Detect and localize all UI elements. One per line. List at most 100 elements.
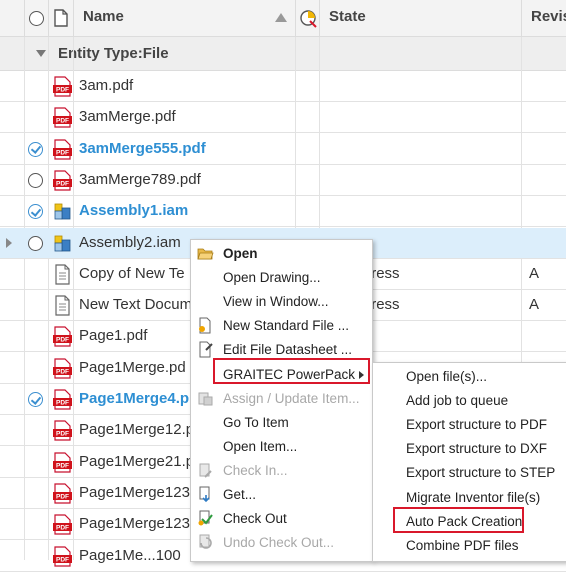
file-revision: A <box>529 296 540 314</box>
new-file-icon <box>197 317 214 334</box>
file-name[interactable]: 3amMerge555.pdf <box>79 140 206 157</box>
pdf-file-icon: PDF <box>53 545 72 567</box>
header-icon-col[interactable] <box>49 0 74 36</box>
file-name[interactable]: Page1.pdf <box>79 327 147 344</box>
menu-item-graitec-powerpack[interactable]: GRAITEC PowerPack <box>191 363 372 387</box>
file-name[interactable]: Assembly2.iam <box>79 234 181 251</box>
file-name[interactable]: Page1Merge12.p <box>79 421 194 438</box>
svg-text:PDF: PDF <box>56 149 69 156</box>
table-row[interactable]: PDF 3am.pdf <box>0 71 566 102</box>
svg-text:PDF: PDF <box>56 494 69 501</box>
collapse-triangle-icon[interactable] <box>36 50 46 57</box>
assembly-file-icon <box>53 233 72 254</box>
menu-item-assign-update-item[interactable]: Assign / Update Item... <box>191 387 372 411</box>
menu-item-label: Go To Item <box>223 414 289 430</box>
menu-item-label: GRAITEC PowerPack <box>223 366 356 382</box>
menu-item-view-in-window[interactable]: View in Window... <box>191 290 372 314</box>
menu-item-open-item[interactable]: Open Item... <box>191 435 372 459</box>
submenu-item-export-structure-to-pdf[interactable]: Export structure to PDF <box>373 413 566 437</box>
menu-item-open-drawing[interactable]: Open Drawing... <box>191 266 372 290</box>
svg-text:PDF: PDF <box>56 181 69 188</box>
checked-circle-icon[interactable] <box>28 141 43 157</box>
file-name[interactable]: Page1Merge123. <box>79 484 194 501</box>
checked-circle-icon[interactable] <box>28 204 43 220</box>
menu-item-edit-file-datasheet[interactable]: Edit File Datasheet ... <box>191 338 372 362</box>
table-row[interactable]: PDF 3amMerge789.pdf <box>0 165 566 196</box>
submenu-item-label: Auto Pack Creation <box>406 513 523 529</box>
menu-item-label: Get... <box>223 487 257 502</box>
header-state-col[interactable]: State <box>320 0 522 36</box>
table-row[interactable]: Assembly1.iam <box>0 196 566 228</box>
svg-text:PDF: PDF <box>56 337 69 344</box>
table-row[interactable]: PDF 3amMerge555.pdf <box>0 134 566 165</box>
text-file-icon <box>53 295 72 316</box>
checked-circle-icon[interactable] <box>28 392 43 407</box>
header-select-col[interactable] <box>25 0 49 36</box>
menu-item-open[interactable]: Open <box>191 242 372 266</box>
file-name[interactable]: Copy of New Te <box>79 265 185 282</box>
svg-text:PDF: PDF <box>56 118 69 125</box>
pdf-file-icon: PDF <box>53 389 72 410</box>
submenu-item-export-structure-to-dxf[interactable]: Export structure to DXF <box>373 437 566 461</box>
submenu-item-combine-pdf-files[interactable]: Combine PDF files <box>373 534 566 558</box>
menu-item-undo-check-out[interactable]: Undo Check Out... <box>191 531 372 555</box>
name-column-label: Name <box>83 8 124 25</box>
submenu-item-label: Open file(s)... <box>406 369 488 384</box>
file-name[interactable]: Assembly1.iam <box>79 202 188 219</box>
file-name[interactable]: 3amMerge.pdf <box>79 108 176 125</box>
submenu-item-label: Export structure to DXF <box>406 441 548 457</box>
submenu-arrow-icon <box>359 370 364 379</box>
menu-item-new-standard-file[interactable]: New Standard File ... <box>191 314 372 338</box>
select-circle[interactable] <box>28 172 43 188</box>
submenu-item-add-job-to-queue[interactable]: Add job to queue <box>373 389 566 413</box>
table-row[interactable]: PDF 3amMerge.pdf <box>0 102 566 134</box>
header-revision-col[interactable]: Revis <box>522 0 566 36</box>
sort-ascending-icon[interactable] <box>275 13 287 22</box>
file-name[interactable]: Page1Me...100 <box>79 547 181 564</box>
grid-header: Name State Revis <box>0 0 566 37</box>
file-name[interactable]: Page1Merge123 <box>79 515 190 532</box>
text-file-icon <box>53 264 72 285</box>
file-name[interactable]: New Text Docum <box>79 296 192 313</box>
submenu-item-migrate-inventor-file-s[interactable]: Migrate Inventor file(s) <box>373 486 566 510</box>
menu-item-label: Open <box>223 246 258 261</box>
header-gutter <box>0 0 25 36</box>
file-name[interactable]: 3amMerge789.pdf <box>79 171 201 188</box>
menu-item-get[interactable]: Get... <box>191 483 372 507</box>
submenu-item-open-file-s[interactable]: Open file(s)... <box>373 365 566 389</box>
assembly-file-icon <box>53 201 72 222</box>
menu-item-check-in[interactable]: Check In... <box>191 459 372 483</box>
menu-item-check-out[interactable]: Check Out <box>191 507 372 531</box>
pdf-file-icon: PDF <box>53 107 72 128</box>
menu-item-label: Check Out <box>223 511 287 527</box>
datasheet-icon <box>197 341 214 358</box>
header-status-col[interactable] <box>296 0 320 36</box>
submenu-item-label: Combine PDF files <box>406 537 519 553</box>
svg-text:PDF: PDF <box>56 400 69 407</box>
select-circle[interactable] <box>28 235 43 251</box>
file-name[interactable]: Page1Merge.pd <box>79 359 186 376</box>
pdf-file-icon: PDF <box>53 420 72 441</box>
submenu-item-export-structure-to-step[interactable]: Export structure to STEP <box>373 461 566 485</box>
pdf-file-icon: PDF <box>53 358 72 379</box>
menu-item-go-to-item[interactable]: Go To Item <box>191 411 372 435</box>
pdf-file-icon: PDF <box>53 138 72 160</box>
row-indicator-icon <box>6 237 12 248</box>
svg-text:PDF: PDF <box>56 525 69 532</box>
submenu-item-auto-pack-creation[interactable]: Auto Pack Creation <box>373 510 566 534</box>
menu-item-label: Edit File Datasheet ... <box>223 342 353 358</box>
file-name[interactable]: 3am.pdf <box>79 77 133 94</box>
file-revision: A <box>529 264 540 282</box>
select-all-circle[interactable] <box>29 11 44 26</box>
menu-item-label: View in Window... <box>223 294 329 310</box>
file-name[interactable]: Page1Merge4.p <box>79 390 189 407</box>
menu-item-label: Undo Check Out... <box>223 535 335 551</box>
pdf-file-icon: PDF <box>53 483 72 504</box>
menu-item-label: New Standard File ... <box>223 318 350 334</box>
pdf-file-icon: PDF <box>53 451 72 473</box>
file-name[interactable]: Page1Merge21.p <box>79 453 194 470</box>
group-header[interactable]: Entity Type:File <box>0 37 566 71</box>
header-name-col[interactable]: Name <box>74 0 296 36</box>
menu-item-label: Assign / Update Item... <box>223 390 360 406</box>
file-type-icon <box>54 9 68 27</box>
